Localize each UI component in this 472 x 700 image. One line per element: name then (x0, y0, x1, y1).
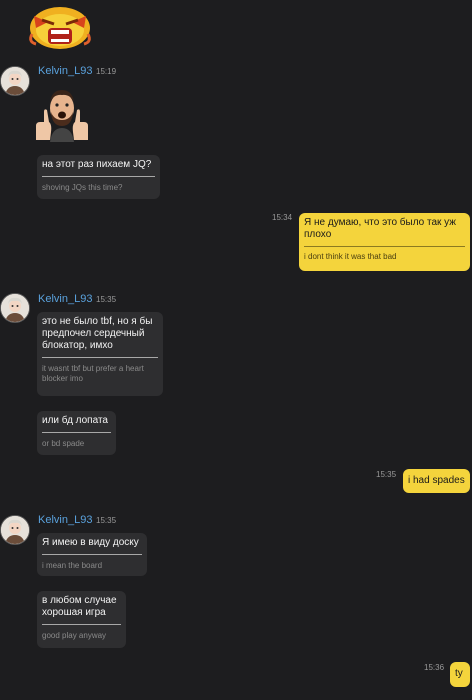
message-bubble[interactable]: это не было tbf, но я бы предпочел серде… (37, 312, 163, 396)
avatar[interactable] (0, 66, 30, 96)
message-bubble[interactable]: или бд лопата or bd spade (37, 411, 116, 455)
translation-divider (42, 357, 158, 358)
user-avatar-icon (1, 516, 29, 544)
translation-divider (304, 246, 465, 247)
message-time: 15:34 (272, 213, 293, 222)
message-text: i had spades (408, 475, 465, 486)
message-text: на этот раз пихаем JQ? (42, 159, 152, 170)
message-text: в любом случае хорошая игра (42, 595, 117, 618)
message-translation: it wasnt tbf but prefer a heart blocker … (42, 364, 144, 383)
thumbs-up-man-sticker[interactable] (32, 84, 92, 144)
message-text: Я имею в виду доску (42, 537, 139, 548)
message-translation: shoving JQs this time? (42, 183, 123, 192)
message-translation: i dont think it was that bad (304, 252, 397, 261)
message-time: 15:35 (376, 470, 397, 479)
translation-divider (42, 624, 121, 625)
message-text: это не было tbf, но я бы предпочел серде… (42, 316, 153, 351)
user-avatar-icon (1, 67, 29, 95)
thumbs-up-man-icon (36, 90, 88, 142)
own-message-bubble[interactable]: Я не думаю, что это было так уж плохо i … (299, 213, 470, 271)
message-time: 15:35 (96, 516, 117, 525)
sender-name[interactable]: Kelvin_L93 (38, 514, 92, 526)
message-time: 15:19 (96, 67, 117, 76)
translation-divider (42, 554, 142, 555)
angry-emoji-sticker[interactable] (28, 4, 92, 50)
message-bubble[interactable]: на этот раз пихаем JQ? shoving JQs this … (37, 155, 160, 199)
message-translation: good play anyway (42, 631, 107, 640)
message-time: 15:36 (424, 663, 445, 672)
translation-divider (42, 432, 111, 433)
translation-divider (42, 176, 155, 177)
own-message-bubble[interactable]: i had spades (403, 469, 470, 493)
user-avatar-icon (1, 294, 29, 322)
message-text: или бд лопата (42, 415, 108, 426)
message-bubble[interactable]: в любом случае хорошая игра good play an… (37, 591, 126, 648)
message-time: 15:35 (96, 295, 117, 304)
own-message-bubble[interactable]: ty (450, 662, 470, 687)
sender-name[interactable]: Kelvin_L93 (38, 65, 92, 77)
message-bubble[interactable]: Я имею в виду доску i mean the board (37, 533, 147, 576)
message-text: ty (455, 668, 463, 679)
avatar[interactable] (0, 515, 30, 545)
message-translation: i mean the board (42, 561, 103, 570)
angry-emoji-icon (29, 7, 91, 49)
message-text: Я не думаю, что это было так уж плохо (304, 217, 456, 240)
message-translation: or bd spade (42, 439, 85, 448)
sender-name[interactable]: Kelvin_L93 (38, 293, 92, 305)
avatar[interactable] (0, 293, 30, 323)
